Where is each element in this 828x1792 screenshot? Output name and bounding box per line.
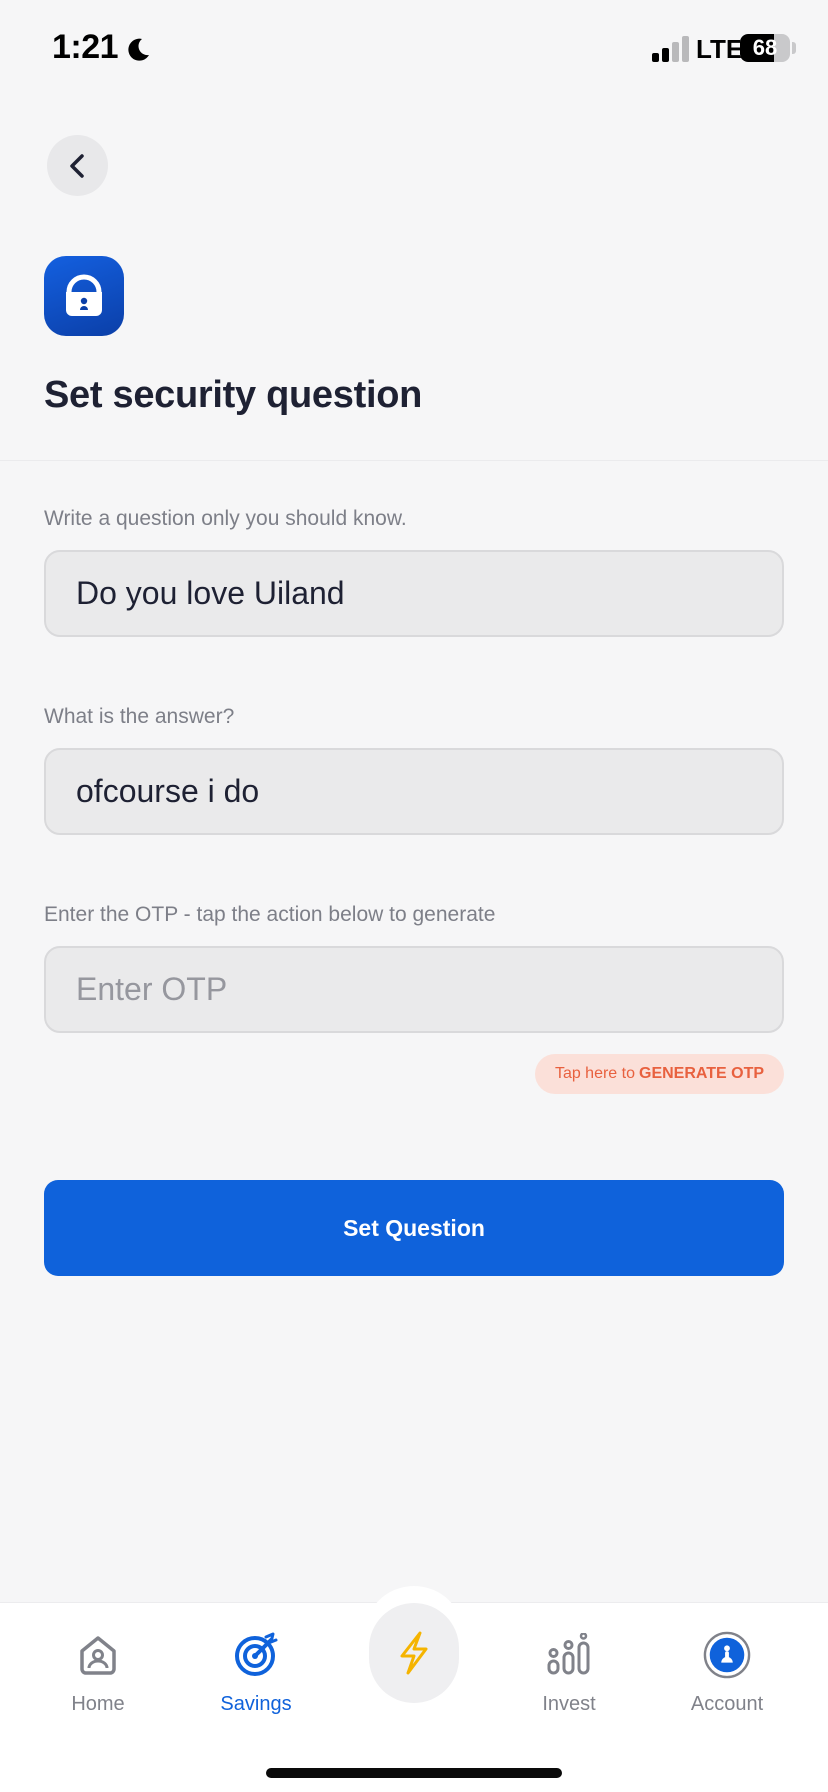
nav-item-account[interactable]: Account [647, 1631, 807, 1716]
lock-icon [66, 274, 102, 316]
home-indicator [266, 1768, 562, 1778]
set-question-button[interactable]: Set Question [44, 1180, 784, 1276]
status-time: 1:21 [52, 28, 119, 66]
moon-icon [128, 38, 149, 61]
quick-action-button[interactable] [369, 1603, 459, 1703]
status-bar: 1:21 LTE 68 [0, 0, 828, 100]
bar-chart-icon-wrap [545, 1631, 593, 1679]
divider [0, 460, 828, 461]
chevron-left-icon [69, 153, 84, 178]
nav-label-account: Account [690, 1693, 764, 1715]
question-label: Write a question only you should know. [44, 507, 407, 530]
nav-label-home: Home [71, 1693, 125, 1715]
generate-otp-button[interactable]: Tap here to GENERATE OTP [535, 1054, 784, 1094]
bar-chart-icon [547, 1633, 590, 1675]
nav-item-home[interactable]: Home [18, 1631, 178, 1716]
account-icon-wrap [703, 1631, 751, 1679]
security-badge [44, 256, 124, 336]
network-type: LTE [696, 34, 744, 64]
bottom-nav: Home Savings Invest Account [0, 1586, 828, 1792]
page-title: Set security question [44, 374, 423, 416]
nav-item-savings[interactable]: Savings [176, 1631, 336, 1716]
battery-tip [792, 42, 796, 54]
answer-input[interactable] [44, 748, 784, 835]
nav-label-invest: Invest [542, 1693, 596, 1715]
target-icon [235, 1632, 278, 1676]
signal-icon [652, 36, 689, 62]
home-icon [80, 1636, 116, 1675]
otp-input[interactable] [44, 946, 784, 1033]
lightning-icon [400, 1631, 428, 1675]
generate-otp-prefix: Tap here to [554, 1065, 635, 1082]
back-button[interactable] [47, 135, 108, 196]
account-icon [703, 1631, 751, 1679]
answer-label: What is the answer? [44, 705, 235, 728]
nav-label-savings: Savings [220, 1693, 292, 1715]
battery-level: 68 [752, 35, 778, 60]
generate-otp-action: GENERATE OTP [639, 1065, 765, 1082]
target-icon-wrap [232, 1631, 280, 1679]
nav-item-invest[interactable]: Invest [489, 1631, 649, 1716]
otp-label: Enter the OTP - tap the action below to … [44, 903, 496, 926]
home-icon-wrap [74, 1631, 122, 1679]
question-input[interactable] [44, 550, 784, 637]
security-question-screen: 1:21 LTE 68 Set security question Write … [0, 0, 828, 1792]
battery-indicator: 68 [740, 34, 790, 62]
